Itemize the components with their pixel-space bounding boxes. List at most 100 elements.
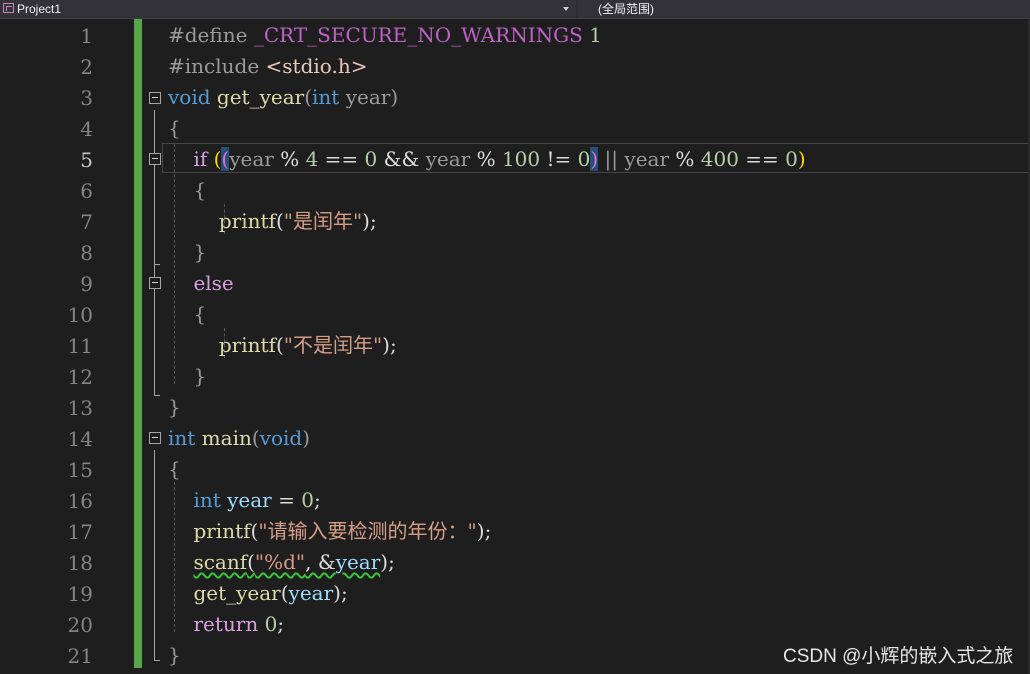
macro-value: 1 bbox=[582, 23, 602, 47]
line-number: 7 bbox=[80, 210, 93, 234]
function-call: scanf bbox=[193, 550, 248, 574]
code-line-15[interactable]: { bbox=[168, 454, 181, 485]
string-literal: "请输入要检测的年份：" bbox=[258, 519, 477, 543]
code-line-10[interactable]: { bbox=[168, 299, 206, 330]
return-type: int bbox=[168, 426, 196, 450]
close-paren: ) bbox=[302, 426, 311, 450]
close-paren: ) bbox=[797, 147, 806, 171]
code-line-16[interactable]: int year = 0; bbox=[168, 485, 321, 516]
if-keyword: if bbox=[193, 147, 208, 171]
semicolon: ; bbox=[389, 333, 397, 357]
code-line-21[interactable]: } bbox=[168, 640, 181, 671]
number: 0 bbox=[785, 147, 798, 171]
line-number: 11 bbox=[67, 334, 93, 358]
scope-dropdown[interactable]: (全局范围) bbox=[578, 0, 1030, 18]
brace: } bbox=[168, 643, 181, 667]
code-line-6[interactable]: { bbox=[168, 175, 206, 206]
variable: year bbox=[335, 550, 381, 574]
line-number: 16 bbox=[67, 489, 93, 513]
include-header: <stdio.h> bbox=[265, 54, 368, 78]
identifier: year bbox=[229, 147, 274, 171]
function-call: get_year bbox=[193, 581, 281, 605]
operator: && bbox=[377, 147, 426, 171]
variable: year bbox=[288, 581, 334, 605]
brace: } bbox=[168, 395, 181, 419]
operator: , & bbox=[305, 550, 336, 574]
return-keyword: return bbox=[193, 612, 259, 636]
code-line-19[interactable]: get_year(year); bbox=[168, 578, 348, 609]
param-name: year bbox=[339, 85, 391, 109]
code-line-3[interactable]: void get_year(int year) bbox=[168, 82, 398, 113]
param-type: void bbox=[259, 426, 303, 450]
code-line-2[interactable]: #include <stdio.h> bbox=[168, 51, 367, 82]
operator: % bbox=[273, 147, 306, 171]
open-paren: ( bbox=[247, 550, 255, 574]
project-dropdown[interactable]: Project1 bbox=[0, 0, 576, 18]
brace: } bbox=[193, 240, 207, 264]
type-keyword: int bbox=[193, 488, 221, 512]
line-number: 8 bbox=[80, 241, 93, 265]
fold-toggle[interactable] bbox=[149, 153, 161, 165]
semicolon: ; bbox=[388, 550, 395, 574]
code-line-1[interactable]: #define _CRT_SECURE_NO_WARNINGS 1 bbox=[168, 20, 602, 51]
open-paren: ( bbox=[251, 426, 260, 450]
close-paren: ) bbox=[333, 581, 341, 605]
line-number: 18 bbox=[67, 551, 93, 575]
code-line-18[interactable]: scanf("%d", &year); bbox=[168, 547, 395, 578]
fold-toggle[interactable] bbox=[149, 432, 161, 444]
line-number: 9 bbox=[80, 272, 93, 296]
brace: { bbox=[168, 116, 181, 140]
line-number: 12 bbox=[67, 365, 93, 389]
brace: { bbox=[193, 302, 207, 326]
identifier: year bbox=[624, 147, 670, 171]
code-line-14[interactable]: int main(void) bbox=[168, 423, 310, 454]
code-line-7[interactable]: printf("是闰年"); bbox=[168, 206, 377, 237]
code-line-9[interactable]: else bbox=[168, 268, 233, 299]
code-line-5[interactable]: if ((year % 4 == 0 && year % 100 != 0) |… bbox=[168, 144, 806, 175]
watermark: CSDN @小辉的嵌入式之旅 bbox=[783, 646, 1014, 667]
function-name: get_year bbox=[210, 85, 305, 109]
code-line-8[interactable]: } bbox=[168, 237, 206, 268]
brace: } bbox=[193, 364, 207, 388]
operator: || bbox=[598, 147, 625, 171]
line-number: 5 bbox=[80, 148, 93, 172]
code-line-17[interactable]: printf("请输入要检测的年份："); bbox=[168, 516, 491, 547]
project-icon bbox=[3, 3, 14, 13]
line-number: 1 bbox=[80, 24, 93, 48]
semicolon: ; bbox=[313, 488, 321, 512]
close-paren: ) bbox=[362, 209, 370, 233]
number: 4 bbox=[305, 147, 319, 171]
fold-toggle[interactable] bbox=[149, 92, 161, 104]
semicolon: ; bbox=[484, 519, 492, 543]
function-name: main bbox=[195, 426, 252, 450]
fold-region-end bbox=[154, 264, 160, 265]
code-line-4[interactable]: { bbox=[168, 113, 181, 144]
semicolon: ; bbox=[277, 612, 285, 636]
close-paren: ) bbox=[476, 519, 485, 543]
open-paren: ( bbox=[275, 333, 284, 357]
operator: != bbox=[540, 147, 578, 171]
close-paren: ) bbox=[380, 550, 389, 574]
preprocessor-directive: #include bbox=[168, 54, 266, 78]
line-number: 17 bbox=[67, 520, 93, 544]
code-line-13[interactable]: } bbox=[168, 392, 181, 423]
semicolon: ; bbox=[340, 581, 348, 605]
number: 0 bbox=[577, 147, 591, 171]
variable: year bbox=[220, 488, 272, 512]
semicolon: ; bbox=[369, 209, 377, 233]
function-call: printf bbox=[218, 333, 276, 357]
line-number: 13 bbox=[67, 396, 93, 420]
code-line-12[interactable]: } bbox=[168, 361, 206, 392]
string-literal: "是闰年" bbox=[283, 209, 363, 233]
number: 100 bbox=[501, 147, 541, 171]
fold-toggle[interactable] bbox=[149, 277, 161, 289]
code-line-20[interactable]: return 0; bbox=[168, 609, 284, 640]
line-number: 10 bbox=[67, 303, 93, 327]
fold-region-line bbox=[154, 450, 155, 660]
line-number: 15 bbox=[67, 458, 93, 482]
change-tracking-bar bbox=[134, 19, 142, 668]
close-paren: ) bbox=[382, 333, 390, 357]
code-line-11[interactable]: printf("不是闰年"); bbox=[168, 330, 397, 361]
operator: % bbox=[470, 147, 502, 171]
chevron-down-icon[interactable] bbox=[563, 7, 569, 11]
